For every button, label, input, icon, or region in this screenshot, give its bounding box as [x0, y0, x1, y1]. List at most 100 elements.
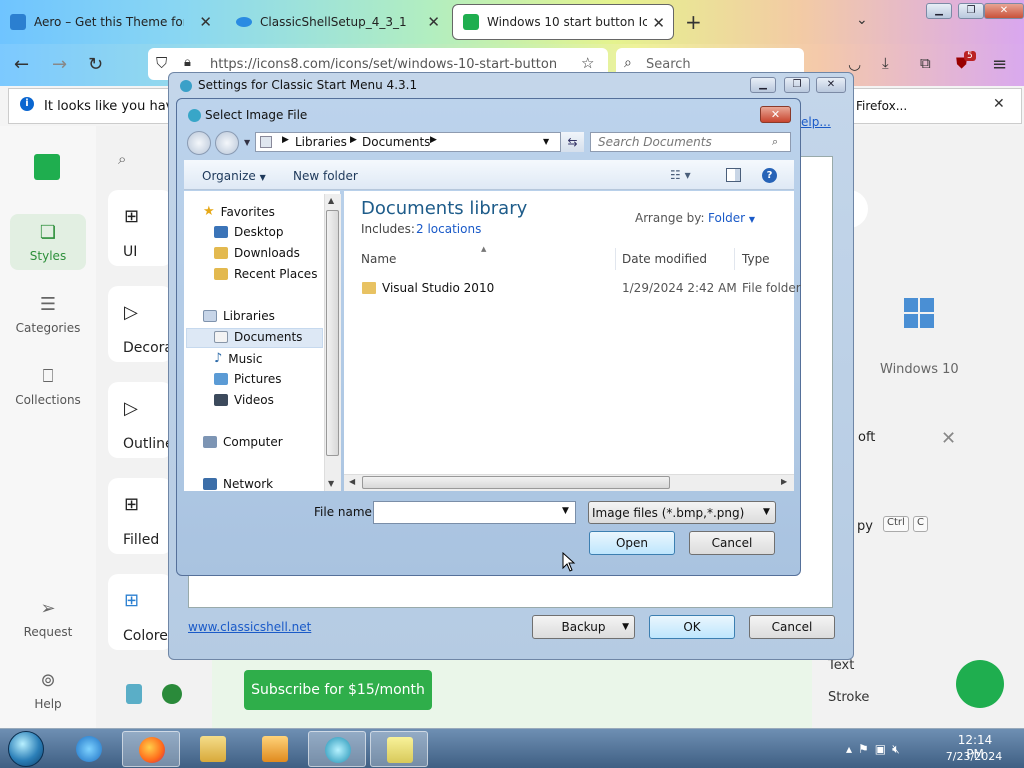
taskbar-firefox[interactable] [122, 731, 180, 767]
lock-icon[interactable]: 🔒︎ [184, 55, 191, 70]
change-view-icon[interactable]: ☷ ▾ [670, 168, 691, 182]
file-name[interactable]: Visual Studio 2010 [382, 281, 494, 295]
scroll-left-arrow-icon[interactable]: ◀ [349, 477, 355, 486]
breadcrumb-documents[interactable]: Documents [362, 135, 430, 149]
settings-close-button[interactable]: ✕ [816, 77, 846, 93]
file-name-input[interactable] [373, 501, 576, 524]
file-type-dropdown-icon[interactable]: ▼ [763, 507, 770, 517]
nav-collections[interactable]: ⎕ Collections [0, 366, 96, 407]
arrange-by-dropdown[interactable]: Folder ▼ [708, 211, 755, 225]
taskbar-classic-shell[interactable] [308, 731, 366, 767]
tab-aero-theme[interactable]: Aero – Get this Theme for 🦊 Fi ✕ [0, 4, 220, 40]
start-button[interactable] [8, 731, 44, 767]
close-icon[interactable]: ✕ [941, 428, 956, 449]
tab-classicshell-setup[interactable]: ClassicShellSetup_4_3_1 ✕ [226, 4, 448, 40]
nav-recent-places[interactable]: Recent Places [214, 267, 317, 281]
extensions-icon[interactable]: ⧉ [920, 54, 931, 72]
column-divider[interactable] [734, 248, 735, 270]
copy-label[interactable]: py [857, 519, 873, 534]
maximize-button[interactable]: ❐ [958, 3, 984, 19]
subscribe-button[interactable]: Subscribe for $15/month [244, 670, 432, 710]
nav-videos[interactable]: Videos [214, 393, 274, 407]
nav-computer[interactable]: Computer [203, 435, 283, 449]
shield-icon[interactable]: ⛉ [156, 54, 167, 72]
nav-help[interactable]: ⊚ Help [0, 670, 96, 711]
nav-libraries[interactable]: Libraries [203, 309, 275, 323]
nav-pictures[interactable]: Pictures [214, 372, 282, 386]
hamburger-menu-icon[interactable]: ≡ [992, 54, 1007, 75]
chat-support-icon[interactable] [956, 660, 1004, 708]
back-button[interactable] [187, 131, 211, 155]
forward-button[interactable] [215, 131, 239, 155]
nav-scrollbar-thumb[interactable] [326, 210, 339, 456]
chevron-right-icon[interactable]: ▶ [430, 135, 437, 145]
minimize-button[interactable]: ▁ [926, 3, 952, 19]
chevron-right-icon[interactable]: ▶ [350, 135, 357, 145]
address-dropdown-icon[interactable]: ▼ [543, 137, 549, 146]
page-search-icon[interactable]: ⌕ [118, 150, 126, 168]
new-folder-button[interactable]: New folder [293, 169, 358, 183]
forward-arrow-icon[interactable]: → [52, 54, 67, 75]
column-header-date[interactable]: Date modified [622, 252, 707, 266]
pocket-icon[interactable]: ◡ [848, 55, 861, 73]
settings-cancel-button[interactable]: Cancel [749, 615, 835, 639]
stroke-option-label[interactable]: Stroke [828, 690, 869, 705]
nav-styles[interactable]: ❏ Styles [0, 222, 96, 263]
new-tab-plus-icon[interactable]: + [685, 10, 702, 34]
browser-close-button[interactable]: ✕ [984, 3, 1024, 19]
help-link[interactable]: elp... [801, 115, 831, 129]
system-tray-icons[interactable]: ▴⚑▣🔇︎ [846, 742, 906, 757]
scroll-up-arrow-icon[interactable]: ▲ [328, 196, 334, 205]
back-arrow-icon[interactable]: ← [14, 54, 29, 75]
tab-list-chevron-icon[interactable]: ⌄ [856, 12, 868, 28]
reload-icon[interactable]: ↻ [88, 54, 103, 75]
preview-pane-icon[interactable] [726, 168, 741, 182]
classicshell-website-link[interactable]: www.classicshell.net [188, 620, 311, 634]
taskbar-explorer[interactable] [184, 731, 242, 767]
file-name-dropdown-icon[interactable]: ▼ [562, 506, 569, 516]
taskbar-sticky-notes[interactable] [370, 731, 428, 767]
open-button[interactable]: Open [589, 531, 675, 555]
recent-pages-chevron-icon[interactable]: ▼ [244, 138, 250, 147]
clock-date[interactable]: 7/23/2024 [942, 750, 1006, 763]
column-divider[interactable] [615, 248, 616, 270]
downloads-icon[interactable]: ⤓ [882, 54, 889, 72]
nav-documents[interactable]: Documents [214, 330, 302, 344]
breadcrumb-libraries[interactable]: Libraries [295, 135, 347, 149]
file-dialog-cancel-button[interactable]: Cancel [689, 531, 775, 555]
scroll-right-arrow-icon[interactable]: ▶ [781, 477, 787, 486]
close-icon[interactable]: ✕ [427, 13, 440, 31]
nav-desktop[interactable]: Desktop [214, 225, 284, 239]
chevron-right-icon[interactable]: ▶ [282, 135, 289, 145]
scroll-down-arrow-icon[interactable]: ▼ [328, 479, 334, 488]
nav-favorites[interactable]: ★ Favorites [203, 204, 275, 219]
text-option-label[interactable]: Text [828, 658, 854, 673]
taskbar-media-player[interactable] [246, 731, 304, 767]
ok-button[interactable]: OK [649, 615, 735, 639]
settings-maximize-button[interactable]: ❐ [784, 77, 810, 93]
file-dialog-close-button[interactable]: ✕ [760, 106, 791, 123]
bookmark-star-icon[interactable]: ☆ [581, 54, 594, 72]
close-icon[interactable]: ✕ [199, 13, 212, 31]
nav-music[interactable]: ♪ Music [214, 351, 262, 366]
nav-network[interactable]: Network [203, 477, 273, 491]
close-icon[interactable]: ✕ [993, 96, 1005, 112]
nav-categories[interactable]: ☰ Categories [0, 294, 96, 335]
locations-link[interactable]: 2 locations [416, 222, 481, 236]
nav-downloads[interactable]: Downloads [214, 246, 300, 260]
notification-firefox-text[interactable]: Firefox... [856, 99, 907, 113]
category-card-ui[interactable] [108, 190, 172, 266]
settings-minimize-button[interactable]: ▁ [750, 77, 776, 93]
help-icon[interactable]: ? [762, 168, 777, 183]
tab-windows10-icons[interactable]: Windows 10 start button Icons ✕ [452, 4, 674, 40]
organize-button[interactable]: Organize ▼ [202, 169, 266, 183]
close-icon[interactable]: ✕ [652, 14, 665, 32]
column-header-name[interactable]: Name [361, 252, 396, 266]
nav-request[interactable]: ➢ Request [0, 598, 96, 639]
refresh-icon[interactable]: ⇆ [560, 132, 584, 152]
taskbar-ie[interactable] [60, 731, 118, 767]
file-type-select[interactable]: Image files (*.bmp,*.png) [588, 501, 776, 524]
backup-button[interactable]: Backup ▼ [532, 615, 635, 639]
horizontal-scrollbar-thumb[interactable] [362, 476, 670, 489]
column-header-type[interactable]: Type [742, 252, 770, 266]
